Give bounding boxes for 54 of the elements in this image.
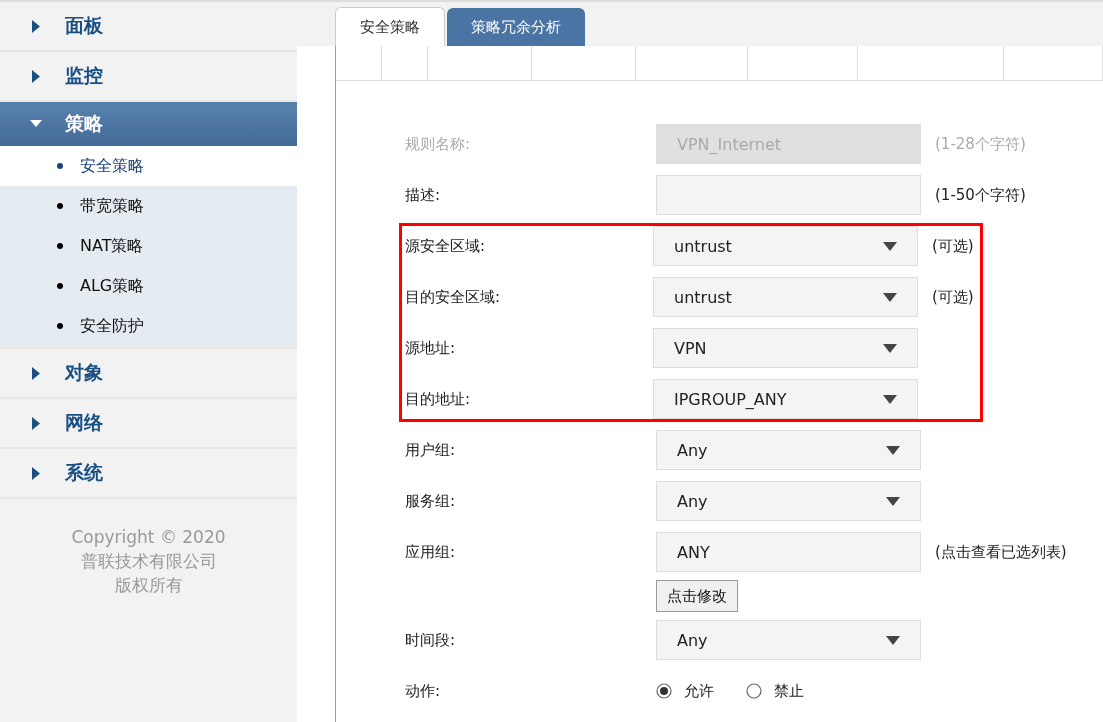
dropdown[interactable]: VPN bbox=[653, 328, 918, 368]
field-label: 服务组: bbox=[405, 491, 457, 511]
dropdown[interactable]: Any bbox=[656, 481, 921, 521]
submenu-item[interactable]: 安全防护 bbox=[0, 306, 297, 346]
dropdown[interactable]: untrust bbox=[653, 226, 918, 266]
modify-button[interactable]: 点击修改 bbox=[656, 580, 738, 612]
menu-item[interactable]: 对象 bbox=[0, 349, 297, 399]
caret-down-icon bbox=[886, 635, 900, 645]
bullet-icon bbox=[57, 323, 63, 329]
dropdown[interactable]: untrust bbox=[653, 277, 918, 317]
caret-down-icon bbox=[883, 343, 897, 353]
hint-text: (1-50个字符) bbox=[935, 185, 1026, 205]
menu-item[interactable]: 网络 bbox=[0, 399, 297, 449]
input-field[interactable]: ANY bbox=[656, 532, 921, 572]
field-label: 时间段: bbox=[405, 630, 457, 650]
field-label: 应用组: bbox=[405, 542, 457, 562]
field-label: 用户组: bbox=[405, 440, 457, 460]
menu-item[interactable]: 系统 bbox=[0, 449, 297, 499]
hint-text: (1-28个字符) bbox=[935, 134, 1026, 154]
tab[interactable]: 策略冗余分析 bbox=[447, 8, 585, 46]
submenu-item[interactable]: 带宽策略 bbox=[0, 186, 297, 226]
hint-text: (点击查看已选列表) bbox=[935, 542, 1067, 562]
hint-text: (可选) bbox=[932, 287, 974, 307]
dropdown[interactable]: IPGROUP_ANY bbox=[653, 379, 918, 419]
copyright-text: Copyright © 2020 bbox=[70, 526, 227, 549]
field-label: 源地址: bbox=[405, 338, 457, 358]
bullet-icon bbox=[57, 163, 63, 169]
dropdown[interactable]: Any bbox=[656, 620, 921, 660]
submenu-item[interactable]: ALG策略 bbox=[0, 266, 297, 306]
copyright-text: 普联技术有限公司 bbox=[79, 550, 218, 573]
caret-down-icon bbox=[883, 394, 897, 404]
field-label: 目的地址: bbox=[405, 389, 472, 409]
caret-down-icon bbox=[883, 241, 897, 251]
caret-down-icon bbox=[886, 496, 900, 506]
field-label: 动作: bbox=[405, 681, 442, 701]
hint-text: (可选) bbox=[932, 236, 974, 256]
caret-down-icon bbox=[886, 445, 900, 455]
bullet-icon bbox=[57, 243, 63, 249]
field-label: 目的安全区域: bbox=[405, 287, 502, 307]
bullet-icon bbox=[57, 203, 63, 209]
caret-down-icon bbox=[883, 292, 897, 302]
dropdown[interactable]: Any bbox=[656, 430, 921, 470]
submenu-item[interactable]: 安全策略 bbox=[0, 146, 297, 186]
field-label: 描述: bbox=[405, 185, 442, 205]
field-label: 规则名称: bbox=[405, 134, 472, 154]
bullet-icon bbox=[57, 283, 63, 289]
radio-option[interactable]: 允许 bbox=[656, 681, 714, 701]
tab[interactable]: 安全策略 bbox=[335, 7, 445, 46]
radio-option[interactable]: 禁止 bbox=[746, 681, 804, 701]
menu-item[interactable]: 策略 bbox=[0, 102, 297, 146]
submenu-item[interactable]: NAT策略 bbox=[0, 226, 297, 266]
copyright-text: 版权所有 bbox=[113, 574, 184, 597]
field-label: 源安全区域: bbox=[405, 236, 487, 256]
input-field[interactable] bbox=[656, 175, 921, 215]
